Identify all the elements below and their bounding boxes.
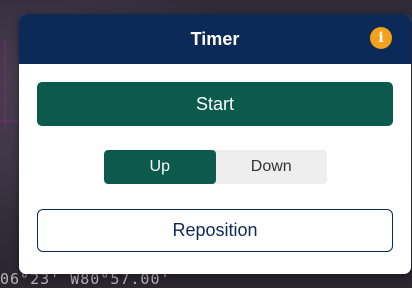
direction-toggle: Up Down — [104, 150, 327, 184]
map-route-line — [0, 120, 20, 122]
direction-up-option[interactable]: Up — [104, 150, 216, 184]
dialog-header: Timer i — [19, 14, 411, 64]
map-route-line — [4, 40, 6, 130]
dialog-title: Timer — [190, 29, 240, 49]
timer-dialog: Timer i Start Up Down Reposition — [19, 14, 411, 274]
start-button[interactable]: Start — [37, 82, 393, 126]
direction-down-option[interactable]: Down — [216, 150, 328, 184]
reposition-button[interactable]: Reposition — [37, 209, 393, 252]
info-icon[interactable]: i — [370, 27, 392, 49]
